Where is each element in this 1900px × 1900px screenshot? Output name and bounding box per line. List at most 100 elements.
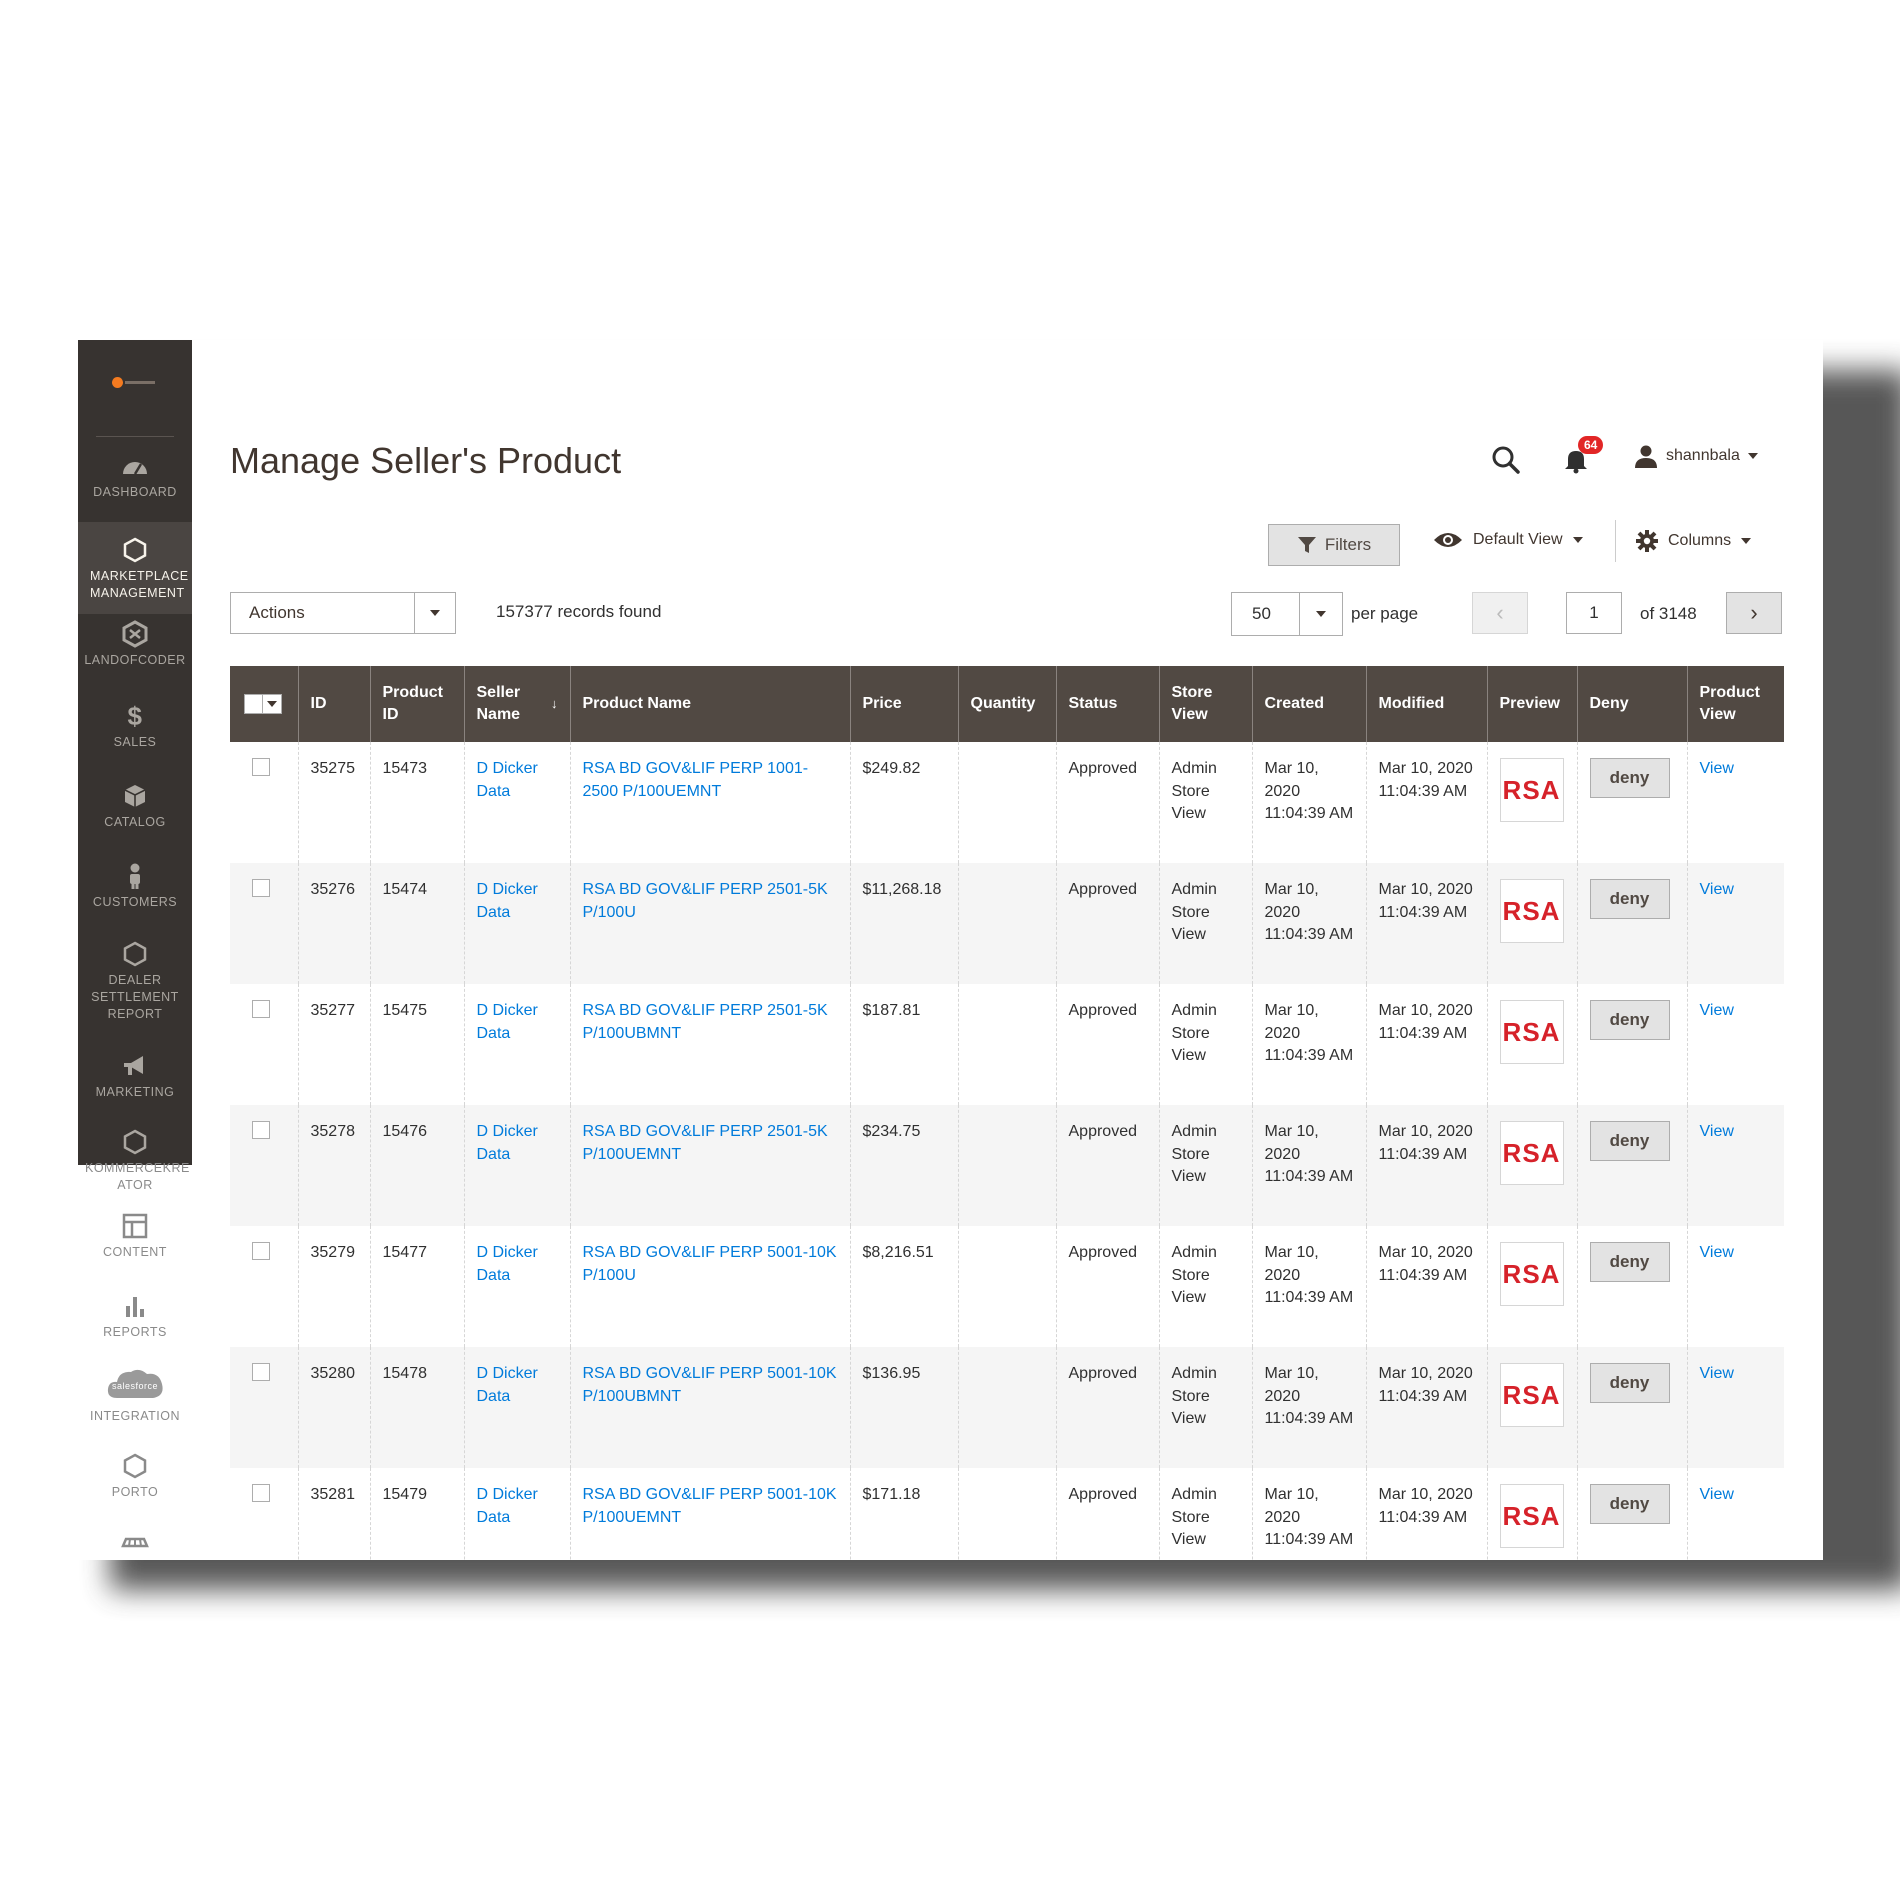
sidebar-item-dealer-settlement-report[interactable]: DEALER SETTLEMENT REPORT <box>78 940 192 1040</box>
per-page-dropdown-toggle[interactable] <box>1299 593 1342 635</box>
deny-button[interactable]: deny <box>1589 1000 1670 1040</box>
view-link[interactable]: View <box>1700 1365 1734 1382</box>
column-header-quantity[interactable]: Quantity <box>957 666 1056 742</box>
column-header-product-name[interactable]: Product Name <box>569 666 850 742</box>
cell-store-view: Admin Store View <box>1158 1468 1252 1560</box>
deny-button[interactable]: deny <box>1589 1121 1670 1161</box>
eye-icon <box>1434 533 1462 547</box>
product-link[interactable]: RSA BD GOV&LIF PERP 1001-2500 P/100UEMNT <box>583 760 809 800</box>
cell-product-id: 15475 <box>369 984 464 1105</box>
box-icon <box>124 785 146 807</box>
sidebar-item-label: CATALOG <box>104 815 166 829</box>
mass-select-checkbox[interactable] <box>244 694 282 714</box>
product-link[interactable]: RSA BD GOV&LIF PERP 2501-5K P/100UBMNT <box>583 1002 828 1042</box>
view-link[interactable]: View <box>1700 1244 1734 1261</box>
row-checkbox[interactable] <box>252 1484 270 1502</box>
records-count: 157377 records found <box>496 602 662 621</box>
column-header-preview: Preview <box>1486 666 1577 742</box>
preview-thumbnail[interactable]: RSA <box>1499 758 1564 822</box>
actions-select[interactable]: Actions <box>230 592 456 634</box>
sidebar-item-content[interactable]: CONTENT <box>78 1212 192 1280</box>
seller-link[interactable]: D Dicker Data <box>477 881 538 921</box>
seller-link[interactable]: D Dicker Data <box>477 1244 538 1284</box>
notification-badge[interactable]: 64 <box>1578 436 1604 454</box>
sidebar-item-integration[interactable]: salesforce INTEGRATION <box>78 1364 192 1440</box>
seller-link[interactable]: D Dicker Data <box>477 1002 538 1042</box>
columns-label: Columns <box>1668 532 1732 549</box>
search-icon[interactable] <box>1490 444 1522 476</box>
product-link[interactable]: RSA BD GOV&LIF PERP 2501-5K P/100UEMNT <box>583 1123 828 1163</box>
product-link[interactable]: RSA BD GOV&LIF PERP 5001-10K P/100UBMNT <box>583 1365 837 1405</box>
column-header-status[interactable]: Status <box>1055 666 1159 742</box>
row-checkbox[interactable] <box>252 1363 270 1381</box>
row-checkbox[interactable] <box>252 879 270 897</box>
sidebar-item-porto[interactable]: PORTO <box>78 1452 192 1520</box>
filters-button[interactable]: Filters <box>1268 524 1400 566</box>
logo[interactable] <box>112 376 158 390</box>
column-header-product-view: Product View <box>1686 666 1784 742</box>
sidebar-item-customers[interactable]: CUSTOMERS <box>78 862 192 930</box>
product-link[interactable]: RSA BD GOV&LIF PERP 5001-10K P/100U <box>583 1244 837 1284</box>
column-header-modified[interactable]: Modified <box>1365 666 1487 742</box>
sidebar-item-reports[interactable]: REPORTS <box>78 1292 192 1360</box>
row-checkbox[interactable] <box>252 1000 270 1018</box>
product-link[interactable]: RSA BD GOV&LIF PERP 2501-5K P/100U <box>583 881 828 921</box>
per-page-select[interactable]: 50 <box>1231 592 1343 636</box>
cell-price: $234.75 <box>849 1105 958 1226</box>
table-row: 35279 15477 D Dicker Data RSA BD GOV&LIF… <box>230 1226 1784 1347</box>
view-link[interactable]: View <box>1700 1002 1734 1019</box>
column-header-id[interactable]: ID <box>297 666 370 742</box>
deny-button[interactable]: deny <box>1589 1242 1670 1282</box>
row-checkbox[interactable] <box>252 1121 270 1139</box>
deny-button[interactable]: deny <box>1589 1484 1670 1524</box>
seller-link[interactable]: D Dicker Data <box>477 1486 538 1526</box>
next-page-button[interactable]: › <box>1726 592 1782 634</box>
actions-dropdown-toggle[interactable] <box>414 593 455 633</box>
sidebar-item-marketplace-management[interactable]: MARKETPLACE MANAGEMENT <box>78 522 192 614</box>
table-row: 35280 15478 D Dicker Data RSA BD GOV&LIF… <box>230 1347 1784 1468</box>
cell-created: Mar 10, 2020 11:04:39 AM <box>1251 1105 1366 1226</box>
preview-thumbnail[interactable]: RSA <box>1499 1363 1564 1427</box>
sidebar-item-kommercekreator[interactable]: KOMMERCEKRE ATOR <box>78 1128 192 1196</box>
deny-button[interactable]: deny <box>1589 879 1670 919</box>
user-menu[interactable]: shannbala <box>1634 444 1758 468</box>
preview-thumbnail[interactable]: RSA <box>1499 1000 1564 1064</box>
seller-link[interactable]: D Dicker Data <box>477 1365 538 1405</box>
cell-id: 35277 <box>297 984 370 1105</box>
row-checkbox[interactable] <box>252 1242 270 1260</box>
cell-product-id: 15478 <box>369 1347 464 1468</box>
view-link[interactable]: View <box>1700 881 1734 898</box>
seller-link[interactable]: D Dicker Data <box>477 1123 538 1163</box>
mass-select-header[interactable] <box>230 666 298 742</box>
column-header-price[interactable]: Price <box>849 666 958 742</box>
preview-thumbnail[interactable]: RSA <box>1499 1121 1564 1185</box>
sidebar-item-landofcoder[interactable]: LANDOFCODER <box>78 620 192 688</box>
column-header-seller-name[interactable]: Seller Name ↓ <box>463 666 570 742</box>
column-header-store-view[interactable]: Store View <box>1158 666 1252 742</box>
store-icon[interactable] <box>120 1536 150 1560</box>
column-header-product-id[interactable]: Product ID <box>369 666 464 742</box>
row-checkbox[interactable] <box>252 758 270 776</box>
sidebar-item-catalog[interactable]: CATALOG <box>78 782 192 850</box>
deny-button[interactable]: deny <box>1589 758 1670 798</box>
product-link[interactable]: RSA BD GOV&LIF PERP 5001-10K P/100UEMNT <box>583 1486 837 1526</box>
current-page-input[interactable]: 1 <box>1566 592 1622 634</box>
page-total: of 3148 <box>1640 604 1697 623</box>
columns-control[interactable]: Columns <box>1636 530 1752 552</box>
preview-thumbnail[interactable]: RSA <box>1499 1484 1564 1548</box>
view-link[interactable]: View <box>1700 760 1734 777</box>
sidebar-item-dashboard[interactable]: DASHBOARD <box>78 452 192 520</box>
previous-page-button[interactable]: ‹ <box>1472 592 1528 634</box>
view-link[interactable]: View <box>1700 1486 1734 1503</box>
preview-thumbnail[interactable]: RSA <box>1499 879 1564 943</box>
sidebar-item-sales[interactable]: $ SALES <box>78 702 192 770</box>
column-header-created[interactable]: Created <box>1251 666 1366 742</box>
table-row: 35281 15479 D Dicker Data RSA BD GOV&LIF… <box>230 1468 1784 1560</box>
deny-button[interactable]: deny <box>1589 1363 1670 1403</box>
sidebar-item-marketing[interactable]: MARKETING <box>78 1052 192 1120</box>
preview-thumbnail[interactable]: RSA <box>1499 1242 1564 1306</box>
view-link[interactable]: View <box>1700 1123 1734 1140</box>
seller-link[interactable]: D Dicker Data <box>477 760 538 800</box>
gear-icon <box>1636 530 1658 552</box>
view-switcher[interactable]: Default View <box>1433 530 1583 550</box>
